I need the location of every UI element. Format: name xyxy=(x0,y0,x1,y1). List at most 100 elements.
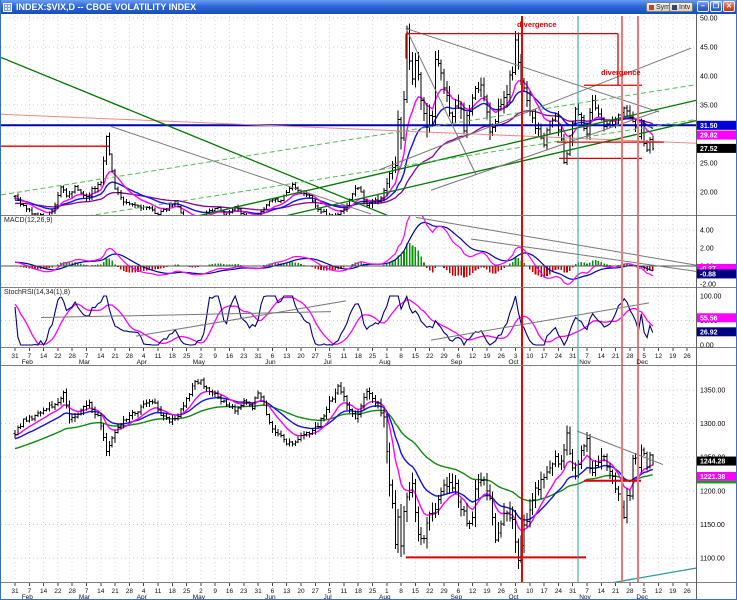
svg-text:27: 27 xyxy=(312,588,320,595)
svg-text:14: 14 xyxy=(598,588,606,595)
svg-text:11: 11 xyxy=(155,588,162,595)
intv-button[interactable]: Intv xyxy=(669,2,693,12)
qcharts-window: INDEX:$VIX,D -- CBOE VOLATILITY INDEX Sy… xyxy=(0,0,737,600)
svg-text:May: May xyxy=(193,594,206,600)
svg-text:1100.00: 1100.00 xyxy=(700,556,725,563)
svg-text:25.00: 25.00 xyxy=(700,161,718,168)
macd-label: MACD(12,26,9) xyxy=(3,217,54,225)
svg-text:Apr: Apr xyxy=(137,594,148,600)
svg-text:26: 26 xyxy=(683,353,691,360)
svg-text:Mar: Mar xyxy=(79,594,91,600)
svg-text:35.00: 35.00 xyxy=(700,103,718,110)
chart-canvas[interactable]: 50.0045.0040.0035.0030.0025.0020.0031.50… xyxy=(1,0,737,600)
svg-text:Nov: Nov xyxy=(579,359,591,366)
svg-text:1350.00: 1350.00 xyxy=(700,388,725,395)
svg-text:29.82: 29.82 xyxy=(700,133,718,140)
svg-text:13: 13 xyxy=(283,353,291,360)
svg-text:26: 26 xyxy=(498,588,506,595)
svg-text:11: 11 xyxy=(341,588,348,595)
svg-text:21: 21 xyxy=(111,353,119,360)
svg-text:17: 17 xyxy=(540,588,548,595)
svg-text:21: 21 xyxy=(612,353,620,360)
svg-text:16: 16 xyxy=(226,588,234,595)
svg-text:18: 18 xyxy=(355,353,363,360)
svg-text:19: 19 xyxy=(669,588,677,595)
svg-text:Aug: Aug xyxy=(379,594,391,600)
svg-text:Nov: Nov xyxy=(579,594,591,600)
svg-text:1221.38: 1221.38 xyxy=(700,474,725,481)
svg-text:Apr: Apr xyxy=(137,359,148,366)
svg-text:28: 28 xyxy=(126,588,134,595)
svg-text:14: 14 xyxy=(598,353,606,360)
svg-text:29: 29 xyxy=(440,588,448,595)
svg-text:19: 19 xyxy=(483,353,491,360)
svg-text:25: 25 xyxy=(369,588,377,595)
svg-text:15: 15 xyxy=(412,588,420,595)
stochrsi-label: StochRSI(14,34(1),8) xyxy=(3,289,71,297)
svg-text:9: 9 xyxy=(213,353,217,360)
svg-text:31: 31 xyxy=(569,353,577,360)
svg-text:40.00: 40.00 xyxy=(700,74,718,81)
svg-text:31: 31 xyxy=(11,353,19,360)
svg-text:28: 28 xyxy=(626,588,634,595)
svg-text:18: 18 xyxy=(169,588,177,595)
svg-text:15: 15 xyxy=(412,353,420,360)
svg-text:25: 25 xyxy=(183,353,191,360)
svg-text:20: 20 xyxy=(297,353,305,360)
svg-text:1150.00: 1150.00 xyxy=(700,522,725,529)
svg-text:21: 21 xyxy=(111,588,119,595)
svg-text:-0.88: -0.88 xyxy=(700,271,716,278)
svg-text:16: 16 xyxy=(226,353,234,360)
svg-text:14: 14 xyxy=(97,353,105,360)
svg-text:100.00: 100.00 xyxy=(700,294,722,301)
svg-text:31: 31 xyxy=(254,353,262,360)
svg-text:Sep: Sep xyxy=(451,359,463,366)
svg-text:25: 25 xyxy=(369,353,377,360)
svg-text:22: 22 xyxy=(426,353,434,360)
divergence-annotation-1: divergence xyxy=(517,21,557,29)
svg-text:29: 29 xyxy=(440,353,448,360)
svg-text:1200.00: 1200.00 xyxy=(700,488,725,495)
svg-text:Dec: Dec xyxy=(636,359,648,366)
svg-text:4.00: 4.00 xyxy=(700,228,714,235)
chart-icon xyxy=(3,3,12,12)
svg-text:28: 28 xyxy=(126,353,134,360)
svg-text:14: 14 xyxy=(40,353,48,360)
svg-text:17: 17 xyxy=(540,353,548,360)
svg-text:Feb: Feb xyxy=(22,359,34,366)
svg-text:27.52: 27.52 xyxy=(700,146,718,153)
close-button[interactable]: ✕ xyxy=(723,1,735,12)
title-bar[interactable]: INDEX:$VIX,D -- CBOE VOLATILITY INDEX Sy… xyxy=(1,0,737,14)
svg-text:31.50: 31.50 xyxy=(700,123,718,130)
svg-text:12: 12 xyxy=(469,353,477,360)
svg-text:Jul: Jul xyxy=(323,359,332,366)
svg-text:22: 22 xyxy=(426,588,434,595)
svg-text:Mar: Mar xyxy=(79,359,91,366)
svg-text:10: 10 xyxy=(526,588,534,595)
svg-text:11: 11 xyxy=(341,353,348,360)
svg-text:55.56: 55.56 xyxy=(700,315,718,322)
svg-text:Oct: Oct xyxy=(508,594,518,600)
divergence-annotation-2: divergence xyxy=(601,69,641,77)
svg-text:20.00: 20.00 xyxy=(700,190,718,197)
maximize-button[interactable]: ❐ xyxy=(710,1,722,12)
svg-text:26: 26 xyxy=(683,588,691,595)
svg-text:28: 28 xyxy=(69,353,77,360)
svg-text:20: 20 xyxy=(297,588,305,595)
svg-text:Jul: Jul xyxy=(323,594,332,600)
svg-text:10: 10 xyxy=(526,353,534,360)
svg-text:11: 11 xyxy=(155,353,162,360)
svg-text:23: 23 xyxy=(240,588,248,595)
svg-text:0.00: 0.00 xyxy=(700,343,714,350)
svg-text:26: 26 xyxy=(498,353,506,360)
svg-text:12: 12 xyxy=(469,588,477,595)
svg-text:2.00: 2.00 xyxy=(700,246,714,253)
svg-text:14: 14 xyxy=(97,588,105,595)
svg-text:26.92: 26.92 xyxy=(700,329,718,336)
svg-text:31: 31 xyxy=(254,588,262,595)
svg-text:23: 23 xyxy=(240,353,248,360)
svg-text:25: 25 xyxy=(183,588,191,595)
svg-text:31: 31 xyxy=(11,588,19,595)
minimize-button[interactable]: – xyxy=(697,1,709,12)
svg-text:9: 9 xyxy=(213,588,217,595)
